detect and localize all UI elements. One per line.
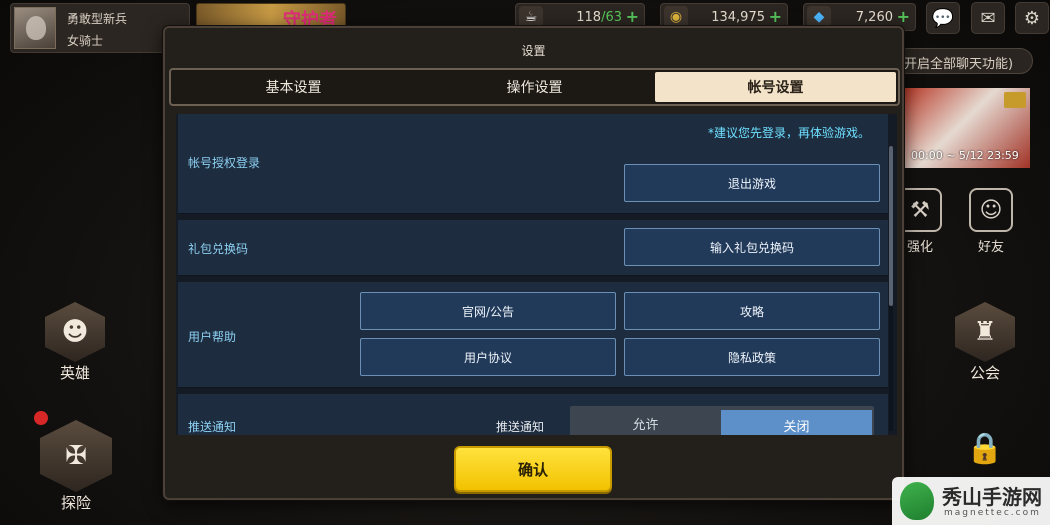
event-time: 00:00 ~ 5/12 23:59 bbox=[911, 149, 1019, 162]
player-job: 女骑士 bbox=[67, 34, 104, 48]
guild-button[interactable]: ♜ 公会 bbox=[955, 302, 1015, 383]
login-hint: *建议您先登录，再体验游戏。 bbox=[707, 126, 870, 140]
scrollbar-thumb[interactable] bbox=[889, 146, 893, 306]
explore-button[interactable]: ✠ 探险 bbox=[40, 420, 112, 513]
site-watermark: 秀山手游网 magnettec.com bbox=[892, 477, 1050, 525]
avatar bbox=[14, 7, 56, 49]
account-login-section: *建议您先登录，再体验游戏。 帐号授权登录 退出游戏 bbox=[178, 114, 888, 214]
mail-icon: ✉ bbox=[980, 7, 996, 29]
chat-bubble-icon: 💬 bbox=[931, 7, 955, 29]
official-site-button[interactable]: 官网/公告 bbox=[360, 292, 616, 330]
stamina-current: 118 bbox=[576, 10, 602, 25]
chat-filter-bar[interactable]: 开启全部聊天功能) bbox=[895, 48, 1033, 74]
tab-basic-settings[interactable]: 基本设置 bbox=[173, 72, 414, 102]
castle-icon: ♜ bbox=[955, 302, 1015, 362]
add-gem-button[interactable]: + bbox=[897, 7, 910, 26]
dialog-title: 设置 bbox=[521, 44, 546, 58]
mail-button[interactable]: ✉ bbox=[971, 2, 1005, 34]
user-agreement-button[interactable]: 用户协议 bbox=[360, 338, 616, 376]
settings-button[interactable]: ⚙ bbox=[1015, 2, 1049, 34]
tab-account-settings[interactable]: 帐号设置 bbox=[655, 72, 896, 102]
account-login-label: 帐号授权登录 bbox=[188, 156, 261, 170]
confirm-button[interactable]: 确认 bbox=[454, 446, 612, 492]
watermark-name: 秀山手游网 bbox=[942, 485, 1042, 509]
player-rank: 勇敢型新兵 bbox=[67, 12, 128, 26]
user-help-section: 用户帮助 官网/公告 攻略 用户协议 隐私政策 bbox=[178, 282, 888, 388]
gift-code-label: 礼包兑换码 bbox=[188, 242, 249, 256]
push-notification-section: 推送通知 推送通知 允许 关闭 bbox=[178, 394, 888, 435]
gem-value: 7,260 bbox=[855, 10, 893, 25]
enhance-label: 强化 bbox=[906, 240, 933, 255]
settings-dialog: 设置 基本设置 操作设置 帐号设置 *建议您先登录，再体验游戏。 帐号授权登录 … bbox=[163, 26, 904, 500]
watermark-logo-icon bbox=[900, 482, 934, 520]
coin-value: 134,975 bbox=[711, 10, 765, 25]
privacy-policy-button[interactable]: 隐私政策 bbox=[624, 338, 880, 376]
hero-icon: ☻ bbox=[45, 302, 105, 362]
logout-button[interactable]: 退出游戏 bbox=[624, 164, 880, 202]
friends-icon: ☺ bbox=[969, 188, 1013, 232]
tab-control-settings[interactable]: 操作设置 bbox=[414, 72, 655, 102]
friends-label: 好友 bbox=[977, 240, 1004, 255]
chat-button[interactable]: 💬 bbox=[926, 2, 960, 34]
crown-icon bbox=[1004, 92, 1026, 108]
gear-icon: ⚙ bbox=[1023, 7, 1041, 29]
user-help-label: 用户帮助 bbox=[188, 330, 237, 344]
guild-label: 公会 bbox=[969, 364, 1000, 382]
add-coin-button[interactable]: + bbox=[769, 7, 782, 26]
settings-tabs: 基本设置 操作设置 帐号设置 bbox=[169, 68, 900, 106]
hero-button[interactable]: ☻ 英雄 bbox=[45, 302, 105, 383]
push-allow-option[interactable]: 允许 bbox=[570, 406, 721, 435]
compass-icon: ✠ bbox=[40, 420, 112, 492]
explore-label: 探险 bbox=[60, 494, 91, 512]
guide-button[interactable]: 攻略 bbox=[624, 292, 880, 330]
anvil-icon: ⚒ bbox=[898, 188, 942, 232]
event-card[interactable]: 00:00 ~ 5/12 23:59 bbox=[905, 88, 1030, 168]
push-off-option[interactable]: 关闭 bbox=[721, 410, 872, 435]
watermark-domain: magnettec.com bbox=[944, 508, 1041, 518]
gem-icon: ◆ bbox=[807, 6, 831, 28]
hero-label: 英雄 bbox=[59, 364, 90, 382]
push-toggle: 允许 关闭 bbox=[570, 406, 874, 435]
push-toggle-label: 推送通知 bbox=[496, 420, 545, 434]
push-notification-label: 推送通知 bbox=[188, 420, 237, 434]
settings-content: *建议您先登录，再体验游戏。 帐号授权登录 退出游戏 礼包兑换码 输入礼包兑换码… bbox=[176, 114, 897, 435]
lock-icon: 🔒 bbox=[966, 430, 1004, 466]
stamina-max: /63 bbox=[601, 10, 622, 25]
enter-gift-code-button[interactable]: 输入礼包兑换码 bbox=[624, 228, 880, 266]
add-stamina-button[interactable]: + bbox=[626, 7, 639, 26]
gift-code-section: 礼包兑换码 输入礼包兑换码 bbox=[178, 220, 888, 276]
friends-button[interactable]: ☺ 好友 bbox=[966, 188, 1016, 255]
coffee-icon: ☕ bbox=[519, 6, 543, 28]
coin-icon: ◉ bbox=[664, 6, 688, 28]
